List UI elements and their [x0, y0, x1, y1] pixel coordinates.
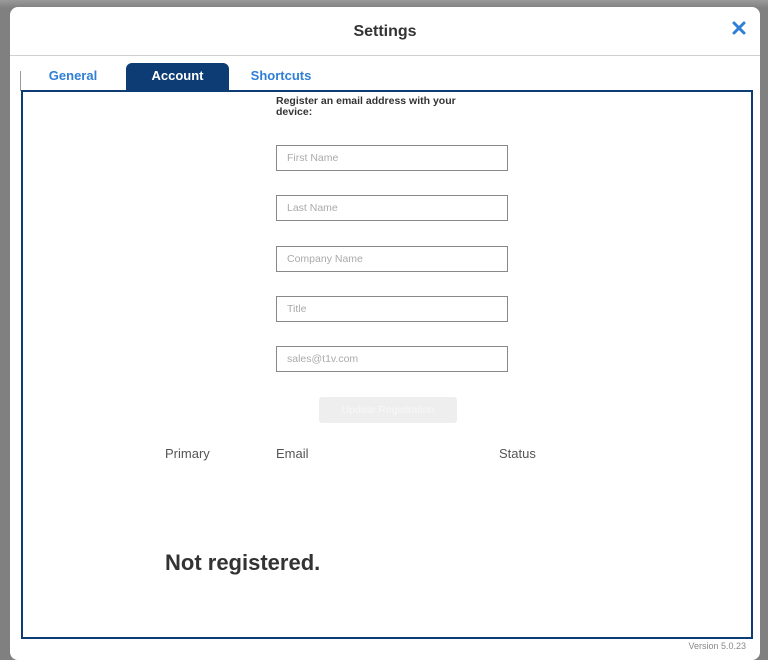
tab-account[interactable]: Account [126, 63, 229, 90]
dialog-header: Settings [10, 7, 760, 56]
column-header-status: Status [499, 446, 536, 461]
column-header-email: Email [276, 446, 309, 461]
account-panel: Register an email address with your devi… [21, 90, 753, 639]
tab-shortcuts[interactable]: Shortcuts [246, 63, 316, 90]
register-prompt: Register an email address with your devi… [276, 95, 456, 118]
settings-dialog: Settings General Account Shortcuts Regis… [10, 7, 760, 660]
email-field[interactable] [276, 346, 508, 372]
title-field[interactable] [276, 296, 508, 322]
column-header-primary: Primary [165, 446, 210, 461]
last-name-field[interactable] [276, 195, 508, 221]
tab-bar-edge [20, 71, 21, 91]
registration-status-message: Not registered. [165, 550, 321, 575]
company-name-field[interactable] [276, 246, 508, 272]
tab-general[interactable]: General [38, 63, 108, 90]
close-x-icon [732, 21, 746, 35]
version-label: Version 5.0.23 [688, 641, 746, 651]
dialog-title: Settings [353, 23, 417, 40]
update-registration-button[interactable]: Update Registration [319, 397, 457, 423]
first-name-field[interactable] [276, 145, 508, 171]
close-button[interactable] [728, 17, 750, 39]
